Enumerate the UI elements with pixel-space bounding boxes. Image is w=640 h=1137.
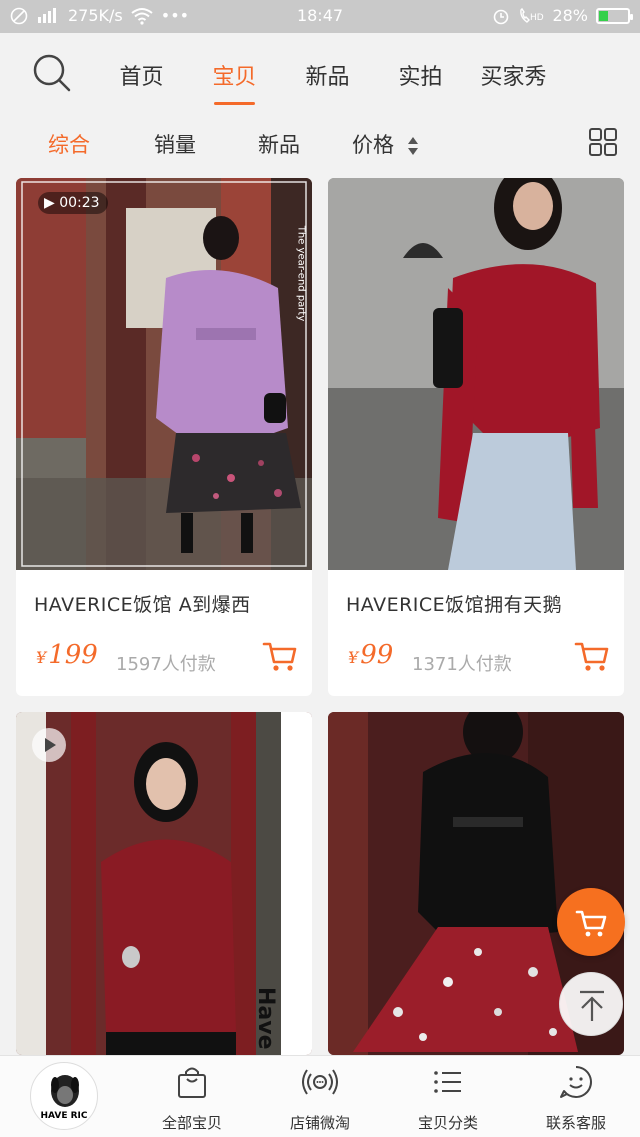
sort-new[interactable]: 新品 bbox=[258, 129, 300, 159]
tab-new[interactable]: 新品 bbox=[281, 59, 374, 91]
tab-products[interactable]: 宝贝 bbox=[188, 59, 281, 105]
svg-text:HD: HD bbox=[530, 13, 544, 23]
tab-bar: 首页 宝贝 新品 实拍 买家秀 bbox=[95, 59, 560, 105]
price-value: 99 bbox=[360, 640, 394, 670]
video-duration: 00:23 bbox=[59, 195, 100, 211]
alarm-icon bbox=[494, 9, 509, 24]
shop-logo-text: HAVE RIC bbox=[40, 1111, 88, 1121]
bottom-nav: HAVE RIC 全部宝贝 店铺微淘 宝贝分类 联系客服 bbox=[0, 1055, 640, 1137]
product-image[interactable]: Have Ric bbox=[16, 712, 312, 1055]
sold-count: 1597人付款 bbox=[116, 654, 216, 675]
battery-icon bbox=[596, 7, 633, 24]
price-value: 199 bbox=[48, 640, 98, 670]
product-title[interactable]: HAVERICE饭馆拥有天鹅 bbox=[346, 590, 562, 617]
sort-price-label: 价格 bbox=[352, 133, 394, 157]
product-price: ¥199 bbox=[36, 640, 98, 670]
shopping-bag-icon bbox=[178, 1067, 206, 1098]
top-nav: 首页 宝贝 新品 实拍 买家秀 bbox=[0, 33, 640, 113]
broadcast-icon bbox=[302, 1069, 338, 1095]
product-image[interactable]: ▶ 00:23 The year-end party bbox=[16, 178, 312, 570]
nav-label: 宝贝分类 bbox=[417, 1114, 478, 1132]
hd-call-icon: HD bbox=[520, 7, 544, 23]
play-video-button[interactable] bbox=[32, 728, 66, 762]
grid-layout-icon[interactable] bbox=[588, 127, 618, 157]
nav-categories[interactable]: 宝贝分类 bbox=[384, 1056, 512, 1137]
cart-icon bbox=[575, 910, 607, 937]
nav-customer-service[interactable]: 联系客服 bbox=[512, 1056, 640, 1137]
product-card[interactable]: ▶ 00:23 The year-end party HAVERICE饭馆 A到… bbox=[16, 178, 312, 696]
tab-photos[interactable]: 实拍 bbox=[374, 59, 467, 91]
add-to-cart-icon[interactable] bbox=[574, 638, 610, 674]
add-to-cart-icon[interactable] bbox=[262, 638, 298, 674]
list-icon bbox=[434, 1071, 461, 1093]
product-card[interactable]: Have Ric bbox=[16, 712, 312, 1055]
arrow-up-icon bbox=[580, 990, 604, 1021]
nav-label: 店铺微淘 bbox=[289, 1114, 350, 1132]
sort-arrows-icon bbox=[407, 137, 418, 155]
nav-label: 联系客服 bbox=[545, 1114, 606, 1132]
product-card[interactable]: HAVERICE饭馆拥有天鹅 ¥99 1371人付款 bbox=[328, 178, 624, 696]
tab-buyer-show[interactable]: 买家秀 bbox=[467, 59, 560, 91]
sold-count: 1371人付款 bbox=[412, 654, 512, 675]
nav-label: 全部宝贝 bbox=[161, 1114, 222, 1132]
sort-price[interactable]: 价格 bbox=[352, 129, 419, 159]
product-image[interactable] bbox=[328, 178, 624, 570]
sort-bar: 综合 销量 新品 价格 bbox=[0, 113, 640, 175]
chat-smiley-icon bbox=[560, 1066, 592, 1098]
currency-symbol: ¥ bbox=[36, 648, 47, 667]
product-price: ¥99 bbox=[348, 640, 393, 670]
sort-overall[interactable]: 综合 bbox=[48, 129, 90, 159]
search-icon[interactable] bbox=[32, 53, 72, 93]
floating-cart-button[interactable] bbox=[557, 888, 625, 956]
tab-home[interactable]: 首页 bbox=[95, 59, 188, 91]
sort-sales[interactable]: 销量 bbox=[154, 129, 196, 159]
image-overlay-text: The year-end party bbox=[294, 225, 306, 322]
nav-all-products[interactable]: 全部宝贝 bbox=[128, 1056, 256, 1137]
currency-symbol: ¥ bbox=[348, 648, 359, 667]
shop-logo[interactable]: HAVE RIC bbox=[30, 1062, 98, 1130]
battery-percent: 28% bbox=[552, 6, 588, 25]
back-to-top-button[interactable] bbox=[559, 972, 623, 1036]
image-overlay-text: Have Ric bbox=[253, 987, 278, 1055]
nav-shop-feed[interactable]: 店铺微淘 bbox=[256, 1056, 384, 1137]
status-bar: 275K/s ••• 18:47 HD 28% bbox=[0, 0, 640, 33]
video-duration-badge: ▶ 00:23 bbox=[38, 192, 108, 214]
product-title[interactable]: HAVERICE饭馆 A到爆西 bbox=[34, 590, 251, 617]
